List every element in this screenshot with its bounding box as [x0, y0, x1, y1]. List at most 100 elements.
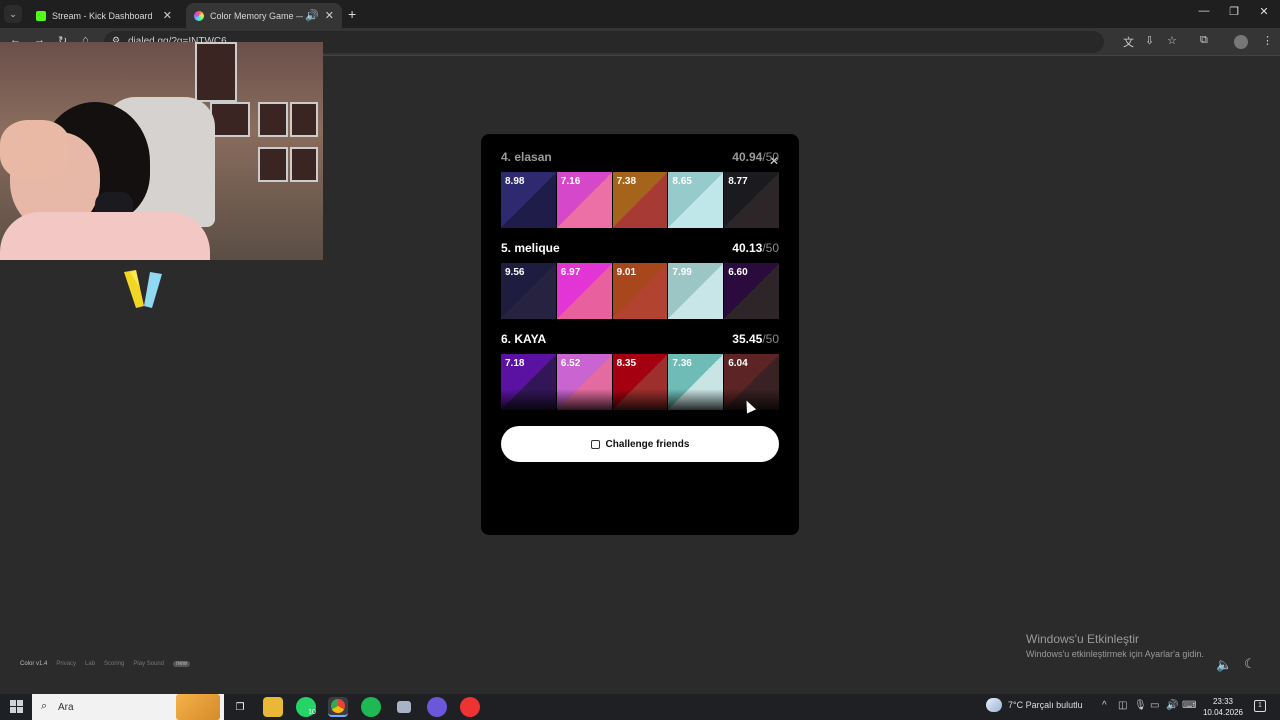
leaderboard-entry-header: 5. melique 40.13/50: [501, 241, 779, 257]
wall-poster: [258, 102, 288, 137]
translate-icon[interactable]: 文: [1123, 34, 1134, 50]
close-tab-icon[interactable]: ✕: [325, 9, 334, 22]
extensions-icon[interactable]: ⧉: [1200, 34, 1208, 47]
tab-kick-dashboard[interactable]: Stream - Kick Dashboard ✕: [28, 3, 180, 28]
score-total: /50: [762, 150, 779, 164]
tile-score: 6.97: [560, 267, 581, 278]
color-game-favicon-icon: [194, 10, 204, 21]
speaker-icon[interactable]: 🔊: [305, 9, 319, 22]
webcam-overlay: [0, 42, 323, 260]
tile-score: 8.65: [672, 176, 692, 187]
spotify-icon[interactable]: [361, 697, 381, 717]
wall-poster: [290, 102, 318, 137]
wall-poster: [195, 42, 237, 102]
menu-icon[interactable]: ⋮: [1262, 34, 1273, 47]
streamer-hand: [0, 120, 70, 180]
leaderboard-entry-header: 4. elasan 40.94/50: [501, 150, 779, 166]
close-window-button[interactable]: ✕: [1254, 5, 1274, 18]
challenge-friends-button[interactable]: Challenge friends: [501, 426, 779, 462]
tile-score: 7.38: [616, 176, 637, 187]
new-tab-button[interactable]: +: [348, 6, 356, 22]
new-badge: new: [173, 661, 191, 667]
volume-icon[interactable]: 🔊: [1166, 700, 1178, 711]
notification-icon[interactable]: 1: [1254, 700, 1266, 712]
search-highlight-image: [176, 694, 220, 720]
color-tiles-row: 9.56 6.97 9.01 7.99 6.60: [501, 263, 779, 319]
tray-app-icon[interactable]: ◫: [1118, 700, 1127, 711]
player-name: 5. melique: [501, 241, 560, 255]
install-app-icon[interactable]: ⇩: [1145, 34, 1154, 47]
tab-search-button[interactable]: ⌄: [4, 5, 22, 23]
restore-button[interactable]: ❐: [1224, 5, 1244, 18]
windows-taskbar: ⌕ Ara ❐ 10 7°C Parçalı bulutlu ^ ◫ 🎙 ▭ 🔊…: [0, 694, 1280, 720]
color-tile: 9.01: [612, 263, 668, 319]
player-score: 35.45/50: [732, 332, 779, 346]
score-total: /50: [762, 241, 779, 255]
notification-count: 1: [1258, 702, 1262, 709]
task-view-icon[interactable]: ❐: [230, 697, 250, 717]
sound-toggle-icon[interactable]: 🔈: [1216, 657, 1232, 673]
wall-poster: [258, 147, 288, 182]
color-tile: 6.60: [724, 263, 779, 319]
tab-color-memory-game[interactable]: Color Memory Game — Ho 🔊 ✕: [186, 3, 342, 28]
tile-score: 8.77: [728, 176, 748, 187]
whatsapp-badge: 10: [308, 708, 316, 716]
challenge-label: Challenge friends: [605, 438, 690, 450]
tile-score: 6.04: [728, 358, 748, 369]
version-label: Color v1.4: [20, 661, 48, 667]
tile-score: 7.36: [672, 358, 692, 369]
search-icon: ⌕: [41, 700, 48, 712]
footer-link-play-sound[interactable]: Play Sound: [133, 661, 164, 667]
kick-favicon-icon: [36, 10, 46, 21]
minimize-button[interactable]: —: [1194, 5, 1214, 17]
tile-score: 9.01: [616, 267, 637, 278]
chevron-up-icon[interactable]: ^: [1102, 700, 1107, 711]
chrome-icon[interactable]: [328, 697, 348, 717]
tab-strip: ⌄ Stream - Kick Dashboard ✕ Color Memory…: [0, 0, 1280, 28]
windows-start-icon[interactable]: [10, 700, 24, 714]
color-tile: 6.97: [556, 263, 612, 319]
channel-logo-icon: [124, 270, 162, 308]
tile-score: 6.52: [560, 358, 581, 369]
recording-app-icon[interactable]: [460, 697, 480, 717]
tile-score: 7.99: [672, 267, 692, 278]
score-value: 40.13: [732, 241, 763, 255]
weather-widget[interactable]: 7°C Parçalı bulutlu: [986, 698, 1083, 712]
windows-activation-watermark: Windows'u Etkinleştir Windows'u etkinleş…: [1026, 632, 1204, 659]
copy-icon: [590, 439, 600, 449]
score-value: 35.45: [732, 332, 763, 346]
tile-score: 8.35: [616, 358, 637, 369]
app-icon[interactable]: [394, 697, 414, 717]
keyboard-icon[interactable]: ⌨: [1182, 700, 1196, 711]
activation-subtitle: Windows'u etkinleştirmek için Ayarlar'a …: [1026, 649, 1204, 659]
partly-cloudy-icon: [986, 698, 1002, 712]
color-tile: 7.99: [668, 263, 724, 319]
close-tab-icon[interactable]: ✕: [163, 9, 172, 22]
streaming-app-icon[interactable]: [427, 697, 447, 717]
scroll-fade: [501, 389, 779, 411]
color-tile: 7.38: [612, 172, 668, 228]
search-placeholder: Ara: [58, 702, 74, 713]
file-explorer-icon[interactable]: [263, 697, 283, 717]
player-name: 4. elasan: [501, 150, 552, 164]
microphone-icon[interactable]: 🎙: [1134, 700, 1147, 711]
whatsapp-icon[interactable]: 10: [296, 697, 316, 717]
activation-title: Windows'u Etkinleştir: [1026, 632, 1139, 646]
system-clock[interactable]: 23:33 10.04.2026: [1202, 696, 1244, 718]
profile-avatar[interactable]: [1234, 35, 1248, 49]
taskbar-search-box[interactable]: ⌕ Ara: [32, 694, 224, 720]
color-tiles-row: 8.98 7.16 7.38 8.65 8.77: [501, 172, 779, 228]
dark-mode-moon-icon[interactable]: ☾: [1244, 656, 1256, 672]
tile-score: 6.60: [728, 267, 748, 278]
footer-link-privacy[interactable]: Privacy: [56, 661, 76, 667]
footer-link-lab[interactable]: Lab: [85, 661, 95, 667]
bookmark-star-icon[interactable]: ☆: [1167, 34, 1177, 47]
network-icon[interactable]: ▭: [1150, 700, 1159, 711]
tile-score: 7.18: [505, 358, 525, 369]
color-tile: 7.16: [556, 172, 612, 228]
player-score: 40.94/50: [732, 150, 779, 164]
color-tile: 9.56: [501, 263, 556, 319]
streamer-body: [0, 212, 210, 260]
footer-link-scoring[interactable]: Scoring: [104, 661, 124, 667]
tile-score: 8.98: [505, 176, 525, 187]
